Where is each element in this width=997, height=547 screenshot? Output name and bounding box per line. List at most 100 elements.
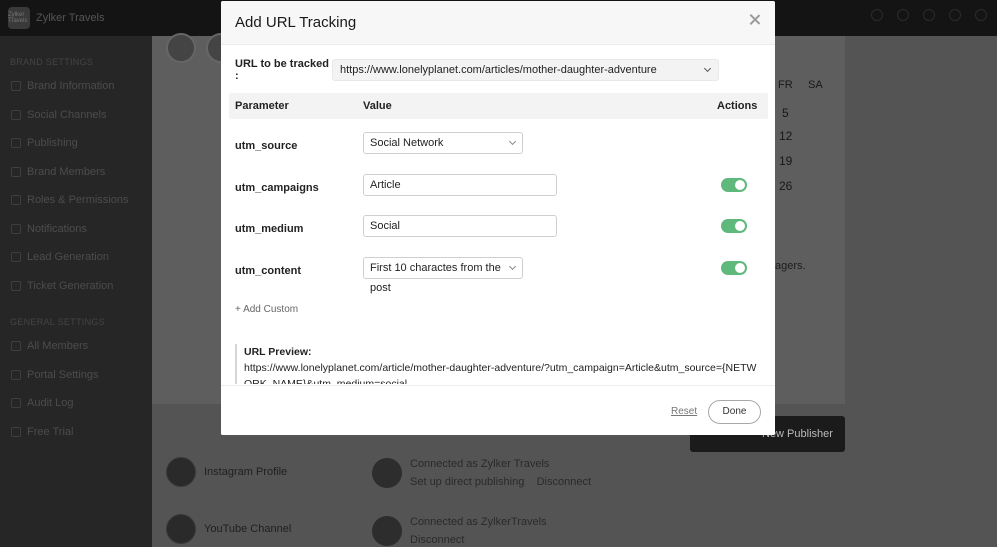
youtube-label: YouTube Channel — [204, 523, 292, 535]
utm-medium-input[interactable]: Social — [363, 215, 557, 237]
sidebar-item-label: Notifications — [27, 222, 87, 235]
select-value: First 10 charactes from the post — [370, 262, 501, 294]
sidebar-item[interactable]: Social Channels — [0, 101, 152, 130]
grid-icon[interactable] — [871, 9, 883, 21]
sidebar-item[interactable]: Free Trial — [0, 418, 152, 447]
brand-logo: Zylker Travels — [8, 7, 30, 29]
sidebar-item-label: Free Trial — [27, 425, 74, 438]
brand-switcher[interactable]: Zylker Travels Zylker Travels — [8, 7, 104, 29]
close-icon[interactable] — [748, 13, 762, 27]
calendar-date[interactable]: 19 — [779, 154, 792, 168]
instagram-row: Instagram Profile — [166, 457, 287, 487]
sidebar-item[interactable]: Brand Information — [0, 72, 152, 101]
param-name: utm_campaigns — [235, 182, 319, 194]
url-preview: URL Preview: https://www.lonelyplanet.co… — [235, 344, 761, 384]
key-icon — [11, 195, 21, 206]
select-value: Social Network — [370, 137, 444, 149]
done-button[interactable]: Done — [708, 400, 761, 424]
url-row: URL to be tracked : https://www.lonelypl… — [235, 58, 719, 82]
bell-icon — [11, 223, 21, 234]
sidebar-item[interactable]: Notifications — [0, 215, 152, 244]
sidebar: BRAND SETTINGS Brand Information Social C… — [0, 36, 152, 547]
sidebar-item-label: Brand Members — [27, 165, 106, 178]
utm-campaigns-input[interactable]: Article — [363, 174, 557, 196]
disconnect-link[interactable]: Disconnect — [537, 476, 591, 488]
header-actions: Actions — [717, 100, 758, 112]
param-name: utm_content — [235, 265, 301, 277]
param-name: utm_medium — [235, 223, 304, 235]
reset-button[interactable]: Reset — [671, 406, 697, 417]
sidebar-item[interactable]: Publishing — [0, 129, 152, 158]
chevron-down-icon — [703, 64, 712, 73]
chevron-down-icon — [508, 137, 517, 146]
chevron-down-icon — [508, 262, 517, 271]
calendar-day-fr: FR — [778, 79, 793, 91]
direct-publishing-link[interactable]: Set up direct publishing — [410, 476, 524, 488]
bell-icon[interactable] — [897, 9, 909, 21]
sidebar-section-general: GENERAL SETTINGS — [10, 317, 105, 327]
param-row-utm-content: utm_content First 10 charactes from the … — [221, 257, 775, 294]
utm-medium-toggle[interactable] — [721, 219, 747, 233]
sidebar-item-label: Portal Settings — [27, 368, 99, 381]
sidebar-item-label: Audit Log — [27, 397, 74, 410]
avatar — [372, 516, 402, 546]
share-icon — [11, 109, 21, 120]
managers-text: agers. — [775, 260, 806, 272]
info-icon — [11, 81, 21, 92]
disconnect-link[interactable]: Disconnect — [410, 534, 547, 546]
sidebar-item[interactable]: Lead Generation — [0, 243, 152, 272]
modal-title: Add URL Tracking — [235, 14, 357, 31]
ticket-icon — [11, 280, 21, 291]
avatar — [372, 458, 402, 488]
url-preview-text: https://www.lonelyplanet.com/article/mot… — [244, 362, 757, 384]
url-tracking-modal: Add URL Tracking URL to be tracked : htt… — [221, 1, 775, 435]
sidebar-item[interactable]: Portal Settings — [0, 361, 152, 390]
instagram-label: Instagram Profile — [204, 466, 288, 478]
calendar-date[interactable]: 12 — [779, 129, 792, 143]
instagram-icon — [166, 457, 196, 487]
sidebar-item-label: Social Channels — [27, 108, 107, 121]
add-custom-link[interactable]: + Add Custom — [235, 304, 298, 315]
gear-icon[interactable] — [923, 9, 935, 21]
calendar-widget: FR SA 5 12 19 26 — [775, 36, 845, 404]
url-select[interactable]: https://www.lonelyplanet.com/articles/mo… — [332, 59, 719, 81]
sidebar-item[interactable]: Audit Log — [0, 389, 152, 418]
sidebar-item-label: Roles & Permissions — [27, 194, 129, 207]
send-icon — [11, 138, 21, 149]
sidebar-item[interactable]: Ticket Generation — [0, 272, 152, 301]
utm-campaigns-toggle[interactable] — [721, 178, 747, 192]
utm-content-toggle[interactable] — [721, 261, 747, 275]
users-icon — [11, 166, 21, 177]
param-row-utm-source: utm_source Social Network — [221, 132, 775, 162]
youtube-icon — [166, 514, 196, 544]
modal-footer: Reset Done — [221, 385, 775, 435]
gear-icon — [11, 369, 21, 380]
instagram-connection: Connected as Zylker Travels Set up direc… — [372, 458, 591, 494]
utm-content-select[interactable]: First 10 charactes from the post — [363, 257, 523, 294]
calendar-date[interactable]: 26 — [779, 179, 792, 193]
utm-source-select[interactable]: Social Network — [363, 132, 523, 154]
top-icons — [871, 9, 987, 21]
apps-icon[interactable] — [949, 9, 961, 21]
connected-as-text: Connected as Zylker Travels — [410, 458, 550, 470]
sidebar-item[interactable]: All Members — [0, 332, 152, 361]
users-icon — [11, 341, 21, 352]
avatar[interactable] — [975, 9, 987, 21]
sidebar-section-brand: BRAND SETTINGS — [10, 57, 94, 67]
sidebar-item[interactable]: Brand Members — [0, 158, 152, 187]
param-row-utm-medium: utm_medium Social — [221, 215, 775, 245]
funnel-icon — [11, 252, 21, 263]
toggle-knob — [735, 263, 745, 273]
parameter-table-header: Parameter Value Actions — [229, 93, 768, 119]
sidebar-item[interactable]: Roles & Permissions — [0, 186, 152, 215]
calendar-date[interactable]: 5 — [782, 106, 789, 120]
toggle-knob — [735, 180, 745, 190]
url-select-value: https://www.lonelyplanet.com/articles/mo… — [340, 64, 657, 76]
avatar — [166, 33, 196, 63]
param-row-utm-campaigns: utm_campaigns Article — [221, 174, 775, 204]
modal-header: Add URL Tracking — [221, 1, 775, 45]
sidebar-item-label: Brand Information — [27, 80, 115, 93]
brand-name: Zylker Travels — [36, 12, 105, 24]
youtube-connection: Connected as ZylkerTravels Disconnect — [372, 516, 547, 547]
sidebar-item-label: All Members — [27, 340, 89, 353]
